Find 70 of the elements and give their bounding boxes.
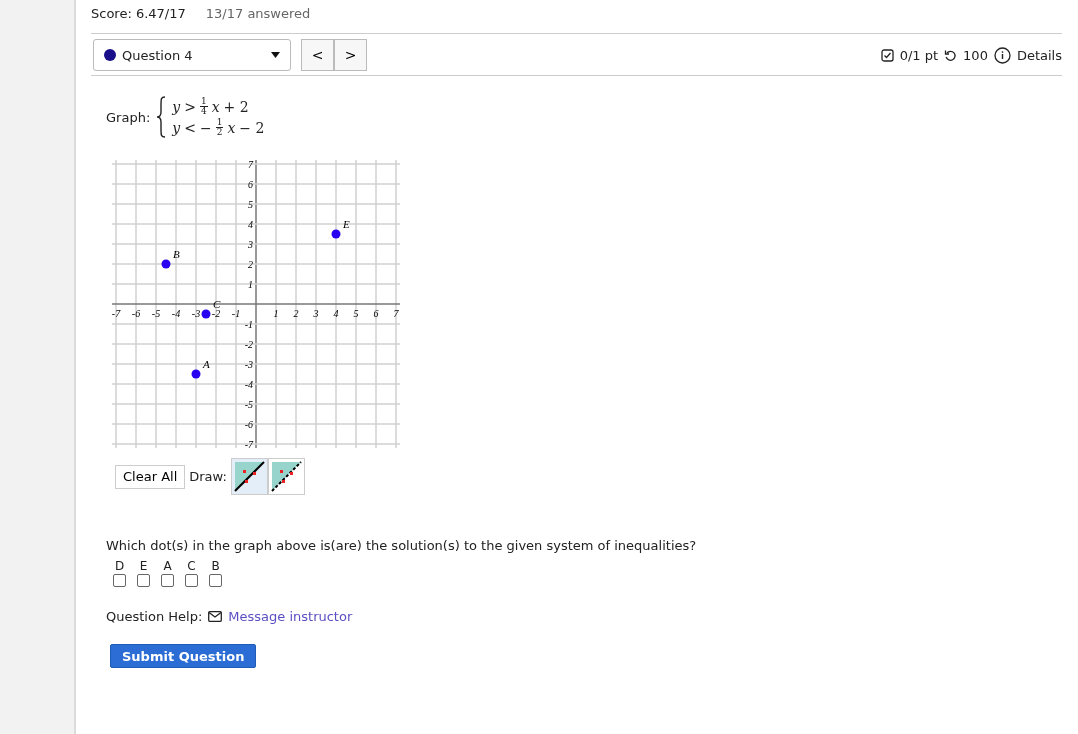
choice-checkbox[interactable] xyxy=(161,574,174,587)
retry-icon xyxy=(944,48,958,62)
previous-button[interactable]: < xyxy=(301,39,334,71)
point-label: A xyxy=(203,358,210,370)
question-help-label: Question Help: xyxy=(106,609,203,624)
x-tick-label: 4 xyxy=(333,308,339,319)
question-select[interactable]: Question 4 xyxy=(93,39,291,71)
next-button[interactable]: > xyxy=(334,39,367,71)
x-tick-label: 6 xyxy=(373,308,379,319)
x-tick-label: 1 xyxy=(273,308,279,319)
y-tick-label: 5 xyxy=(248,199,253,210)
x-tick-label: 7 xyxy=(393,308,399,319)
y-tick-label: 1 xyxy=(248,279,253,290)
details-link[interactable]: Details xyxy=(1016,47,1062,63)
line-tool-icon xyxy=(233,461,265,492)
y-tick-label: 7 xyxy=(248,159,253,170)
coordinate-graph[interactable]: -7 -6 -5 -4 -3 -2 -1 1 2 3 4 5 6 7 -7 -6 -5 -4 -3 -2 -1 1 2 3 4 5 6 7 A B C E xyxy=(106,154,406,454)
score-text: Score: 6.47/17 xyxy=(91,6,186,21)
point-label: C xyxy=(213,298,221,310)
y-tick-label: -3 xyxy=(244,359,253,370)
x-tick-label: -3 xyxy=(191,308,201,319)
x-tick-label: -2 xyxy=(211,308,221,319)
draw-mode-button[interactable] xyxy=(267,458,305,495)
y-tick-label: -5 xyxy=(244,399,253,410)
x-tick-label: -5 xyxy=(151,308,161,319)
clear-all-button[interactable]: Clear All xyxy=(115,464,186,489)
choice-checkbox[interactable] xyxy=(113,574,126,587)
y-tick-label: 2 xyxy=(248,259,253,270)
choice-label: D xyxy=(114,559,125,573)
attempts-text: 100 xyxy=(963,47,988,63)
y-tick-label: -6 xyxy=(244,419,253,430)
y-tick-label: 6 xyxy=(248,179,253,190)
choice-checkbox[interactable] xyxy=(209,574,222,587)
submit-question-button[interactable]: Submit Question xyxy=(110,644,257,668)
choice-checkbox[interactable] xyxy=(185,574,198,587)
choice-checkbox[interactable] xyxy=(137,574,150,587)
mail-icon xyxy=(208,611,223,622)
choice-label: A xyxy=(163,559,172,573)
y-tick-label: -2 xyxy=(244,339,253,350)
y-tick-label: -1 xyxy=(244,319,253,330)
checkbox-icon xyxy=(880,48,894,62)
draw-mode-button[interactable] xyxy=(230,458,268,495)
y-tick-label: -4 xyxy=(244,379,253,390)
points-text: 0/1 pt xyxy=(899,47,939,63)
brace-icon xyxy=(156,96,167,138)
x-tick-label: -6 xyxy=(131,308,141,319)
y-tick-label: 4 xyxy=(248,219,253,230)
status-dot xyxy=(104,49,116,61)
info-icon xyxy=(993,46,1011,64)
answered-count: 13/17 answered xyxy=(205,6,311,21)
graph-label: Graph: xyxy=(106,109,151,125)
x-tick-label: 2 xyxy=(293,308,299,319)
x-tick-label: 3 xyxy=(313,308,319,319)
choice-label: C xyxy=(187,559,196,573)
x-tick-label: 5 xyxy=(353,308,359,319)
choice-label: E xyxy=(139,559,148,573)
question-label: Question 4 xyxy=(122,47,194,63)
point-label: B xyxy=(173,248,180,260)
x-tick-label: -1 xyxy=(231,308,241,319)
point-label: E xyxy=(343,218,350,230)
question-text: Which dot(s) in the graph above is(are) the solution(s) to the given system of inequalities? xyxy=(106,538,698,553)
dropdown-caret-icon xyxy=(271,52,280,58)
y-tick-label: -7 xyxy=(244,439,253,450)
draw-label: Draw: xyxy=(189,469,227,484)
x-tick-label: -4 xyxy=(171,308,181,319)
message-instructor-link[interactable]: Message instructor xyxy=(228,609,353,624)
x-tick-label: -7 xyxy=(111,308,121,319)
y-tick-label: 3 xyxy=(248,239,253,250)
choice-label: B xyxy=(211,559,220,573)
line-tool-icon xyxy=(270,461,302,492)
